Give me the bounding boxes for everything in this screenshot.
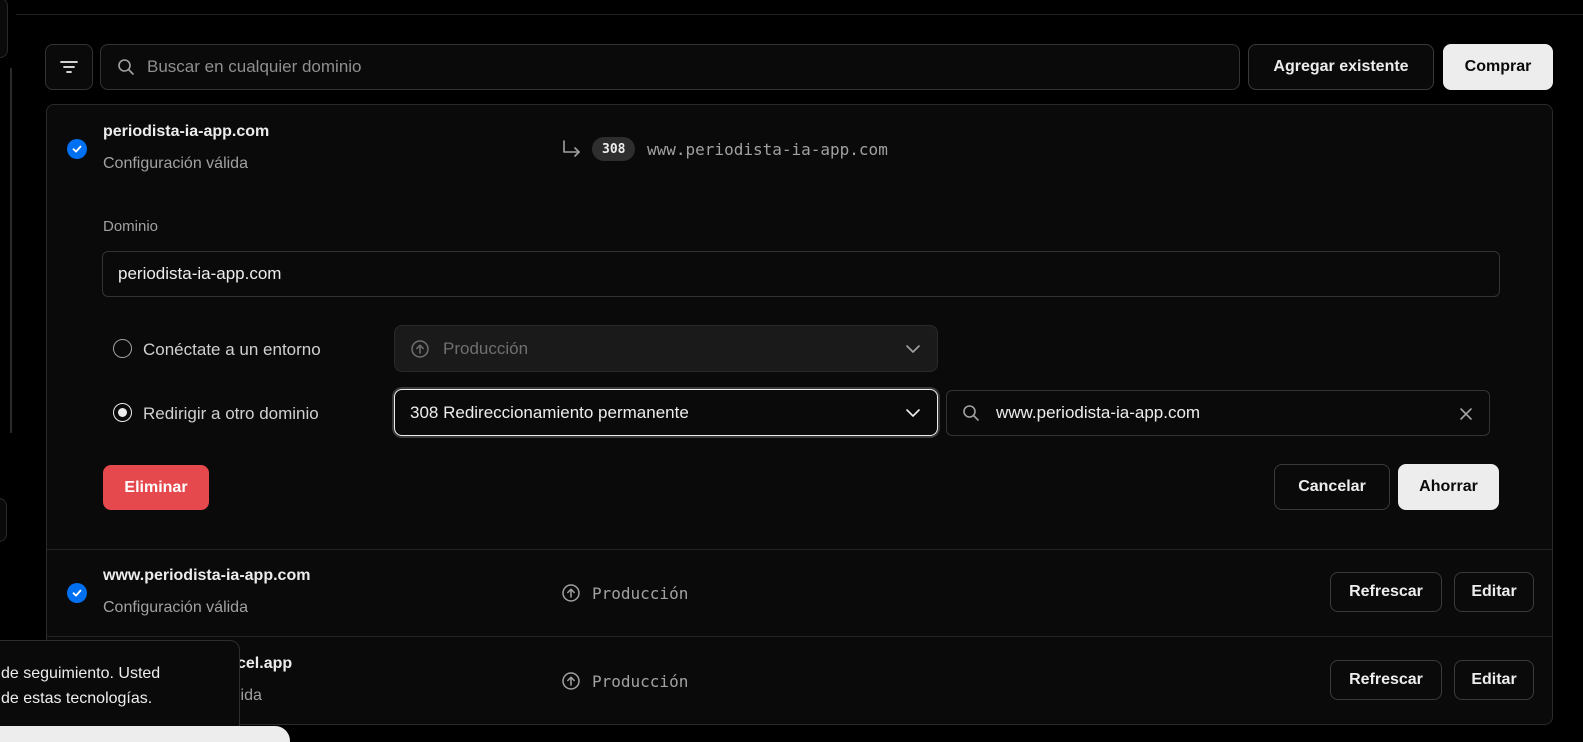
redirect-type-select[interactable]: 308 Redireccionamiento permanente xyxy=(394,389,938,436)
redirect-type-value: 308 Redireccionamiento permanente xyxy=(410,402,689,422)
redirect-code-badge: 308 xyxy=(592,137,636,161)
buy-button[interactable]: Comprar xyxy=(1443,44,1553,90)
environment-select: Producción xyxy=(394,325,938,372)
refresh-button[interactable]: Refrescar xyxy=(1330,660,1442,700)
connect-environment-radio[interactable] xyxy=(113,339,132,358)
production-icon xyxy=(411,339,429,358)
edit-button[interactable]: Editar xyxy=(1454,660,1534,700)
save-button[interactable]: Ahorrar xyxy=(1398,464,1499,510)
redirect-arrow-icon xyxy=(563,140,580,157)
redirect-domain-radio[interactable] xyxy=(113,403,132,422)
domain-status: Configuración válida xyxy=(103,599,248,616)
row-divider xyxy=(47,549,1552,550)
search-input[interactable] xyxy=(147,57,1197,77)
environment-select-value: Producción xyxy=(443,338,529,358)
cookie-text-line: de estas tecnologías. xyxy=(1,690,153,707)
environment-label: Producción xyxy=(592,672,689,691)
cancel-button[interactable]: Cancelar xyxy=(1274,464,1390,510)
domain-field-label: Dominio xyxy=(103,218,159,235)
redirect-target-field[interactable]: www.periodista-ia-app.com xyxy=(946,390,1490,436)
domain-field[interactable]: periodista-ia-app.com xyxy=(102,251,1500,297)
domain-search[interactable] xyxy=(100,44,1240,90)
close-icon[interactable] xyxy=(1459,407,1473,421)
chevron-down-icon xyxy=(906,408,920,417)
redirect-target[interactable]: www.periodista-ia-app.com xyxy=(647,140,888,159)
valid-check-icon xyxy=(67,583,87,603)
top-divider xyxy=(16,14,1583,15)
cookie-accept-button[interactable] xyxy=(0,726,290,742)
domain-name[interactable]: periodista-ia-app.com xyxy=(103,123,269,141)
domain-status: lida xyxy=(237,687,262,704)
search-icon xyxy=(963,405,979,421)
redirect-domain-label[interactable]: Redirigir a otro dominio xyxy=(143,404,319,424)
delete-button[interactable]: Eliminar xyxy=(103,465,209,510)
refresh-button[interactable]: Refrescar xyxy=(1330,572,1442,612)
add-existing-button[interactable]: Agregar existente xyxy=(1248,44,1434,90)
sidebar-fragment-top xyxy=(0,0,8,58)
domain-name[interactable]: www.periodista-ia-app.com xyxy=(103,567,310,585)
domain-status: Configuración válida xyxy=(103,155,248,172)
domain-field-value: periodista-ia-app.com xyxy=(118,264,282,283)
sidebar-fragment-bottom xyxy=(0,498,7,542)
connect-environment-label[interactable]: Conéctate a un entorno xyxy=(143,340,321,360)
chevron-down-icon xyxy=(906,344,920,353)
redirect-target-value: www.periodista-ia-app.com xyxy=(996,403,1201,422)
domain-list: periodista-ia-app.com Configuración váli… xyxy=(46,104,1553,725)
production-icon xyxy=(562,672,580,690)
valid-check-icon xyxy=(67,139,87,159)
row-divider xyxy=(47,636,1552,637)
filter-icon xyxy=(60,61,78,73)
edit-button[interactable]: Editar xyxy=(1454,572,1534,612)
domain-name[interactable]: cel.app xyxy=(237,655,292,673)
search-icon xyxy=(118,59,134,75)
sidebar-scrollbar[interactable] xyxy=(10,68,12,433)
production-icon xyxy=(562,584,580,602)
environment-label: Producción xyxy=(592,584,689,603)
filter-button[interactable] xyxy=(45,44,93,90)
cookie-text-line: de seguimiento. Usted xyxy=(1,665,161,682)
